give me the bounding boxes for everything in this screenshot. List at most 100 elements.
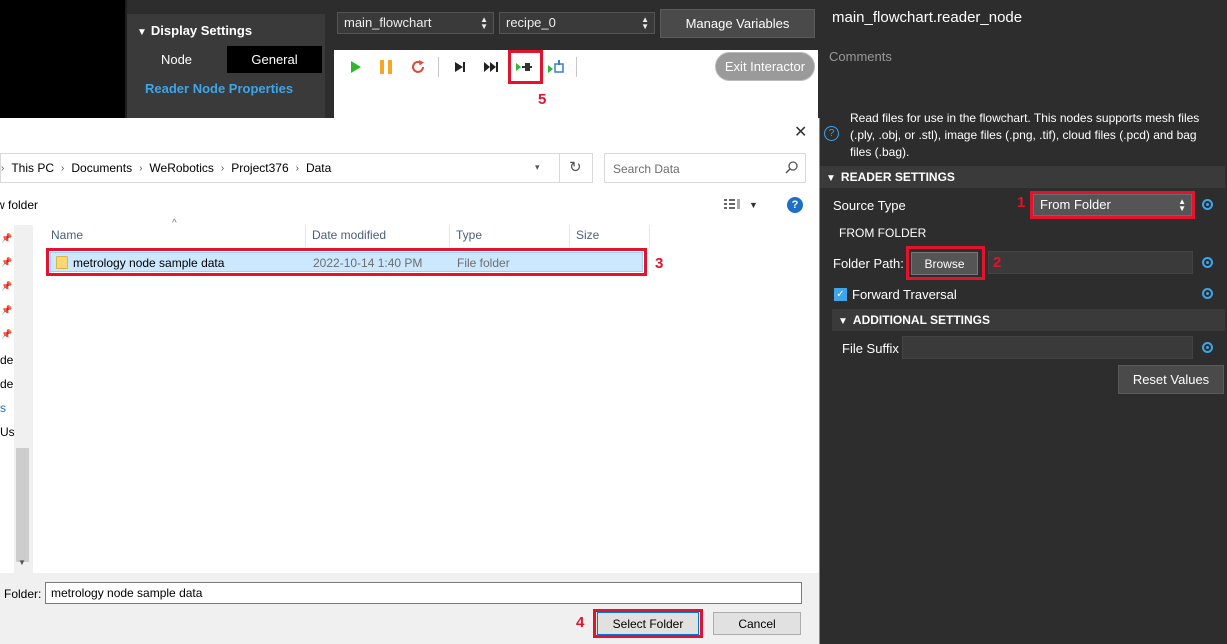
collapse-triangle-icon: ▼ xyxy=(137,27,147,38)
chevron-down-icon[interactable]: ▾ xyxy=(535,162,540,173)
node-properties-panel: main_flowchart.reader_node Comments ? Re… xyxy=(820,0,1227,644)
tab-general[interactable]: General xyxy=(227,46,322,73)
nav-item[interactable]: s xyxy=(0,401,6,415)
reset-icon[interactable] xyxy=(406,55,430,79)
chevron-right-icon: › xyxy=(61,162,65,174)
pause-icon[interactable] xyxy=(374,55,398,79)
reader-settings-header[interactable]: ▼ READER SETTINGS xyxy=(820,166,1225,188)
chevron-down-icon[interactable]: ▼ xyxy=(749,200,758,210)
breadcrumb-divider xyxy=(559,154,560,182)
file-suffix-label: File Suffix xyxy=(842,341,899,356)
parameter-link-icon[interactable] xyxy=(1202,257,1213,268)
annotation-number: 4 xyxy=(576,614,585,631)
tab-node[interactable]: Node xyxy=(129,46,224,73)
flowchart-select[interactable]: main_flowchart ▲ ▼ xyxy=(337,12,494,34)
forward-traversal-label: Forward Traversal xyxy=(852,287,957,302)
from-folder-subheader: FROM FOLDER xyxy=(839,226,927,240)
folder-path-input[interactable] xyxy=(988,251,1193,274)
column-header-name[interactable]: Name xyxy=(45,225,306,247)
breadcrumb-item[interactable]: Project376 xyxy=(231,161,288,175)
forward-traversal-checkbox[interactable]: ✓ xyxy=(834,288,847,301)
toolbar-separator xyxy=(438,57,439,77)
help-icon[interactable]: ? xyxy=(824,126,839,141)
annotation-box-browse xyxy=(906,246,985,280)
recipe-select[interactable]: recipe_0 ▲ ▼ xyxy=(499,12,655,34)
spin-arrows-icon: ▲ ▼ xyxy=(641,15,649,31)
annotation-number: 3 xyxy=(655,255,664,272)
recipe-select-value: recipe_0 xyxy=(506,15,556,30)
flowchart-select-value: main_flowchart xyxy=(344,15,432,30)
column-header-type[interactable]: Type xyxy=(450,225,570,247)
chevron-down-icon[interactable]: ▼ xyxy=(18,558,26,567)
display-settings-header[interactable]: ▼ Display Settings xyxy=(137,23,252,38)
parameter-link-icon[interactable] xyxy=(1202,342,1213,353)
step-icon[interactable] xyxy=(448,55,472,79)
column-header-date[interactable]: Date modified xyxy=(306,225,450,247)
exit-interactor-button[interactable]: Exit Interactor xyxy=(715,52,815,81)
nav-item[interactable]: Us xyxy=(0,425,15,439)
pin-icon: 📌 xyxy=(1,281,13,291)
scrollbar-thumb[interactable] xyxy=(16,448,29,562)
step-over-icon[interactable] xyxy=(480,55,504,79)
column-headers: ^ Name Date modified Type Size xyxy=(33,218,819,247)
reader-node-properties-link[interactable]: Reader Node Properties xyxy=(145,81,293,96)
file-suffix-input[interactable] xyxy=(902,336,1193,359)
refresh-icon[interactable]: ↻ xyxy=(569,158,582,176)
annotation-box-source-type xyxy=(1030,191,1195,219)
help-icon[interactable]: ? xyxy=(787,197,803,213)
select-folder-dialog: ✕ › This PC › Documents › WeRobotics › P… xyxy=(0,118,820,644)
chevron-right-icon: › xyxy=(1,162,5,174)
breadcrumb[interactable]: › This PC › Documents › WeRobotics › Pro… xyxy=(0,153,593,183)
search-icon xyxy=(785,161,798,174)
annotation-box-select-folder xyxy=(593,609,703,638)
breadcrumb-item[interactable]: Documents xyxy=(71,161,132,175)
new-folder-button[interactable]: w folder xyxy=(0,198,38,212)
chevron-right-icon: › xyxy=(295,162,299,174)
collapse-triangle-icon: ▼ xyxy=(838,316,848,327)
nav-scrollbar[interactable]: ▼ xyxy=(14,225,31,573)
breadcrumb-item[interactable]: Data xyxy=(306,161,331,175)
nav-item[interactable]: de xyxy=(0,377,13,391)
annotation-box-folder-row xyxy=(46,248,647,276)
chevron-right-icon: › xyxy=(139,162,143,174)
close-icon[interactable]: ✕ xyxy=(794,122,807,142)
search-input[interactable]: Search Data xyxy=(604,153,806,183)
reset-values-button[interactable]: Reset Values xyxy=(1118,365,1224,394)
annotation-number: 1 xyxy=(1017,194,1026,211)
step-out-node-icon[interactable] xyxy=(545,55,569,79)
node-title: main_flowchart.reader_node xyxy=(832,9,1023,26)
pin-icon: 📌 xyxy=(1,233,13,243)
folder-label: Folder: xyxy=(4,587,42,601)
breadcrumb-item[interactable]: WeRobotics xyxy=(149,161,213,175)
annotation-number: 2 xyxy=(993,254,1002,271)
pin-icon: 📌 xyxy=(1,257,13,267)
file-list[interactable]: ^ Name Date modified Type Size metrology… xyxy=(33,218,819,573)
pin-icon: 📌 xyxy=(1,305,13,315)
folder-input[interactable]: metrology node sample data xyxy=(45,582,802,604)
execution-toolbar: Exit Interactor xyxy=(334,50,818,118)
spin-arrows-icon: ▲ ▼ xyxy=(480,15,488,31)
additional-settings-header[interactable]: ▼ ADDITIONAL SETTINGS xyxy=(832,309,1225,331)
chevron-right-icon: › xyxy=(220,162,225,174)
parameter-link-icon[interactable] xyxy=(1202,288,1213,299)
parameter-link-icon[interactable] xyxy=(1202,199,1213,210)
node-description: Read files for use in the flowchart. Thi… xyxy=(850,111,1200,159)
folder-path-label: Folder Path: xyxy=(833,256,904,271)
search-placeholder: Search Data xyxy=(613,162,680,176)
collapse-triangle-icon: ▼ xyxy=(826,173,836,184)
comments-field[interactable]: Comments xyxy=(829,49,892,64)
viewport-canvas[interactable] xyxy=(0,0,125,118)
play-icon[interactable] xyxy=(343,55,367,79)
display-settings-panel: ▼ Display Settings Node General Reader No… xyxy=(127,14,325,118)
cancel-button[interactable]: Cancel xyxy=(713,612,801,635)
pin-icon: 📌 xyxy=(1,329,13,339)
breadcrumb-item[interactable]: This PC xyxy=(11,161,54,175)
view-options-icon[interactable] xyxy=(724,198,742,213)
source-type-label: Source Type xyxy=(833,198,906,213)
nav-item[interactable]: de xyxy=(0,353,13,367)
column-header-size[interactable]: Size xyxy=(570,225,650,247)
display-settings-title: Display Settings xyxy=(150,23,253,38)
manage-variables-button[interactable]: Manage Variables xyxy=(660,9,815,38)
toolbar-separator xyxy=(576,57,577,77)
reader-settings-title: READER SETTINGS xyxy=(840,170,955,184)
